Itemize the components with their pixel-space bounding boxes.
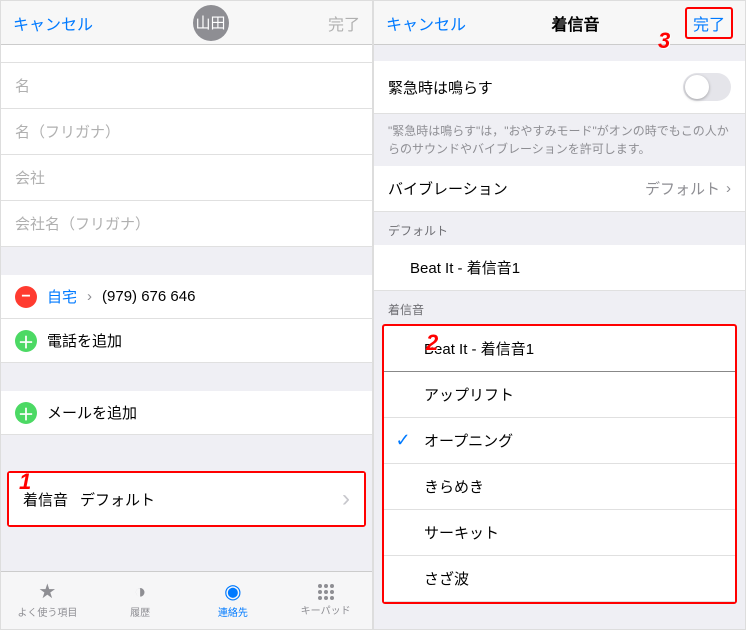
phone-row[interactable]: − 自宅 › (979) 676 646 <box>1 275 372 319</box>
default-tone-row[interactable]: Beat It - 着信音1 <box>374 245 745 291</box>
form-scroll: 名 名（フリガナ） 会社 会社名（フリガナ） − 自宅 › (979) 676 … <box>1 45 372 629</box>
cancel-button[interactable]: キャンセル <box>386 11 466 35</box>
ringtone-option[interactable]: サーキット <box>384 510 735 556</box>
tab-recents[interactable]: ◑ 履歴 <box>94 572 187 629</box>
mei-field[interactable]: 名 <box>1 63 372 109</box>
mei-furigana-field[interactable]: 名（フリガナ） <box>1 109 372 155</box>
default-tone-label: Beat It - 着信音1 <box>410 257 520 278</box>
ringtone-name: オープニング <box>424 430 513 451</box>
chevron-right-icon: › <box>726 180 731 197</box>
plus-icon[interactable]: ＋ <box>15 402 37 424</box>
annotation-1: 1 <box>19 469 31 495</box>
contact-edit-screen: キャンセル 山田 完了 名 名（フリガナ） 会社 会社名（フリガナ） − 自宅 … <box>0 0 373 630</box>
nav-bar: キャンセル 山田 完了 <box>1 1 372 45</box>
add-mail-label: メールを追加 <box>47 402 137 423</box>
ringtone-name: Beat It - 着信音1 <box>424 338 534 359</box>
ringtone-option[interactable]: きらめき <box>384 464 735 510</box>
sei-field[interactable] <box>1 45 372 63</box>
ringtone-list-highlight: Beat It - 着信音1 アップリフト ✓ オープニングきらめきサーキットさざ波 <box>382 324 737 604</box>
ringtone-picker-screen: キャンセル 着信音 完了 緊急時は鳴らす "緊急時は鳴らす"は，"おやすみモード… <box>373 0 746 630</box>
chevron-right-icon: › <box>342 485 350 513</box>
help-text: "緊急時は鳴らす"は，"おやすみモード"がオンの時でもこの人からのサウンドやバイ… <box>374 114 745 166</box>
tab-contacts[interactable]: ◉ 連絡先 <box>187 572 280 629</box>
vibration-label: バイブレーション <box>388 178 508 199</box>
ringtone-row[interactable]: 着信音 デフォルト › <box>9 473 364 525</box>
nav-bar: キャンセル 着信音 完了 <box>374 1 745 45</box>
tab-bar: ★ よく使う項目 ◑ 履歴 ◉ 連絡先 キーパッド <box>1 571 372 629</box>
checkmark-icon: ✓ <box>392 430 414 451</box>
ringtone-option[interactable]: アップリフト <box>384 372 735 418</box>
emergency-label: 緊急時は鳴らす <box>388 77 493 98</box>
ringtone-row-highlight: 着信音 デフォルト › <box>7 471 366 527</box>
nav-title: 着信音 <box>551 11 599 35</box>
phone-number[interactable]: (979) 676 646 <box>102 288 195 305</box>
phone-type[interactable]: 自宅 <box>47 286 77 307</box>
default-section-header: デフォルト <box>374 212 745 245</box>
ringtone-section-header: 着信音 <box>374 291 745 324</box>
vibration-value: デフォルト <box>645 178 720 199</box>
ringtone-name: きらめき <box>424 476 484 497</box>
company-field[interactable]: 会社 <box>1 155 372 201</box>
ringtone-name: さざ波 <box>424 568 469 589</box>
minus-icon[interactable]: − <box>15 286 37 308</box>
tab-keypad[interactable]: キーパッド <box>279 572 372 629</box>
contact-icon: ◉ <box>224 582 241 602</box>
avatar[interactable]: 山田 <box>193 5 229 41</box>
chevron-right-icon: › <box>87 288 92 305</box>
add-phone-label: 電話を追加 <box>47 330 122 351</box>
emergency-switch[interactable] <box>683 73 731 101</box>
keypad-icon <box>318 584 334 600</box>
annotation-2: 2 <box>426 330 438 356</box>
vibration-row[interactable]: バイブレーション デフォルト › <box>374 166 745 212</box>
add-mail-row[interactable]: ＋ メールを追加 <box>1 391 372 435</box>
cancel-button[interactable]: キャンセル <box>13 11 93 35</box>
ringtone-option[interactable]: ✓ オープニング <box>384 418 735 464</box>
star-icon: ★ <box>38 582 56 602</box>
emergency-bypass-row[interactable]: 緊急時は鳴らす <box>374 61 745 114</box>
done-button[interactable]: 完了 <box>328 11 360 35</box>
annotation-3: 3 <box>658 28 670 54</box>
company-furigana-field[interactable]: 会社名（フリガナ） <box>1 201 372 247</box>
add-phone-row[interactable]: ＋ 電話を追加 <box>1 319 372 363</box>
done-button[interactable]: 完了 <box>685 7 733 39</box>
ringtone-option[interactable]: さざ波 <box>384 556 735 602</box>
clock-icon: ◑ <box>134 582 146 602</box>
tab-favorites[interactable]: ★ よく使う項目 <box>1 572 94 629</box>
ringtone-name: アップリフト <box>424 384 514 405</box>
plus-icon[interactable]: ＋ <box>15 330 37 352</box>
ringtone-name: サーキット <box>424 522 499 543</box>
ringtone-value: デフォルト <box>80 489 155 510</box>
